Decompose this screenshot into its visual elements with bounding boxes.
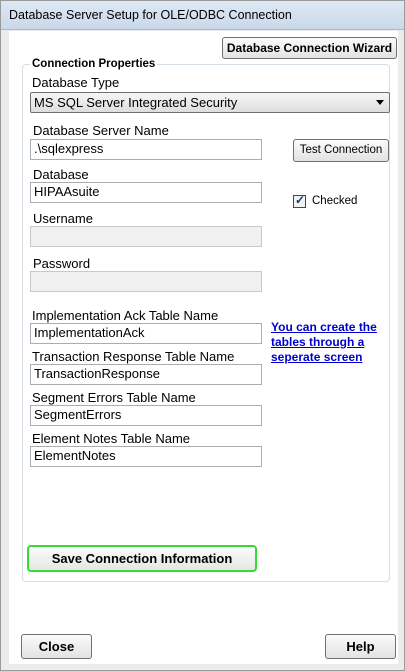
close-button[interactable]: Close xyxy=(21,634,92,659)
checkmark-icon: ✓ xyxy=(295,193,306,207)
help-button[interactable]: Help xyxy=(325,634,396,659)
save-connection-button[interactable]: Save Connection Information xyxy=(27,545,257,572)
checked-label: Checked xyxy=(312,195,358,207)
database-type-select[interactable]: MS SQL Server Integrated Security xyxy=(30,92,390,113)
element-notes-table-label: Element Notes Table Name xyxy=(32,431,191,446)
database-input[interactable]: HIPAAsuite xyxy=(30,182,262,203)
chevron-down-icon[interactable] xyxy=(376,100,384,105)
test-connection-button[interactable]: Test Connection xyxy=(293,139,389,162)
database-connection-wizard-button[interactable]: Database Connection Wizard xyxy=(222,37,397,59)
segment-errors-table-input[interactable]: SegmentErrors xyxy=(30,405,262,426)
implementation-ack-table-input[interactable]: ImplementationAck xyxy=(30,323,262,344)
username-input[interactable] xyxy=(30,226,262,247)
element-notes-table-input[interactable]: ElementNotes xyxy=(30,446,262,467)
database-type-label: Database Type xyxy=(32,75,120,90)
title-bar[interactable]: Database Server Setup for OLE/ODBC Conne… xyxy=(1,1,404,30)
database-label: Database xyxy=(33,167,89,182)
segment-errors-table-label: Segment Errors Table Name xyxy=(32,390,196,405)
database-server-name-label: Database Server Name xyxy=(33,123,169,138)
database-server-name-input[interactable]: .\sqlexpress xyxy=(30,139,262,160)
transaction-response-table-label: Transaction Response Table Name xyxy=(32,349,235,364)
username-label: Username xyxy=(33,211,93,226)
database-type-value: MS SQL Server Integrated Security xyxy=(34,95,238,110)
window-title: Database Server Setup for OLE/ODBC Conne… xyxy=(9,8,292,22)
implementation-ack-table-label: Implementation Ack Table Name xyxy=(32,308,219,323)
transaction-response-table-input[interactable]: TransactionResponse xyxy=(30,364,262,385)
password-input[interactable] xyxy=(30,271,262,292)
connection-properties-title: Connection Properties xyxy=(30,58,158,70)
create-tables-link[interactable]: You can create the tables through a sepe… xyxy=(271,320,389,365)
password-label: Password xyxy=(33,256,91,271)
checked-checkbox[interactable]: ✓ xyxy=(293,193,306,208)
